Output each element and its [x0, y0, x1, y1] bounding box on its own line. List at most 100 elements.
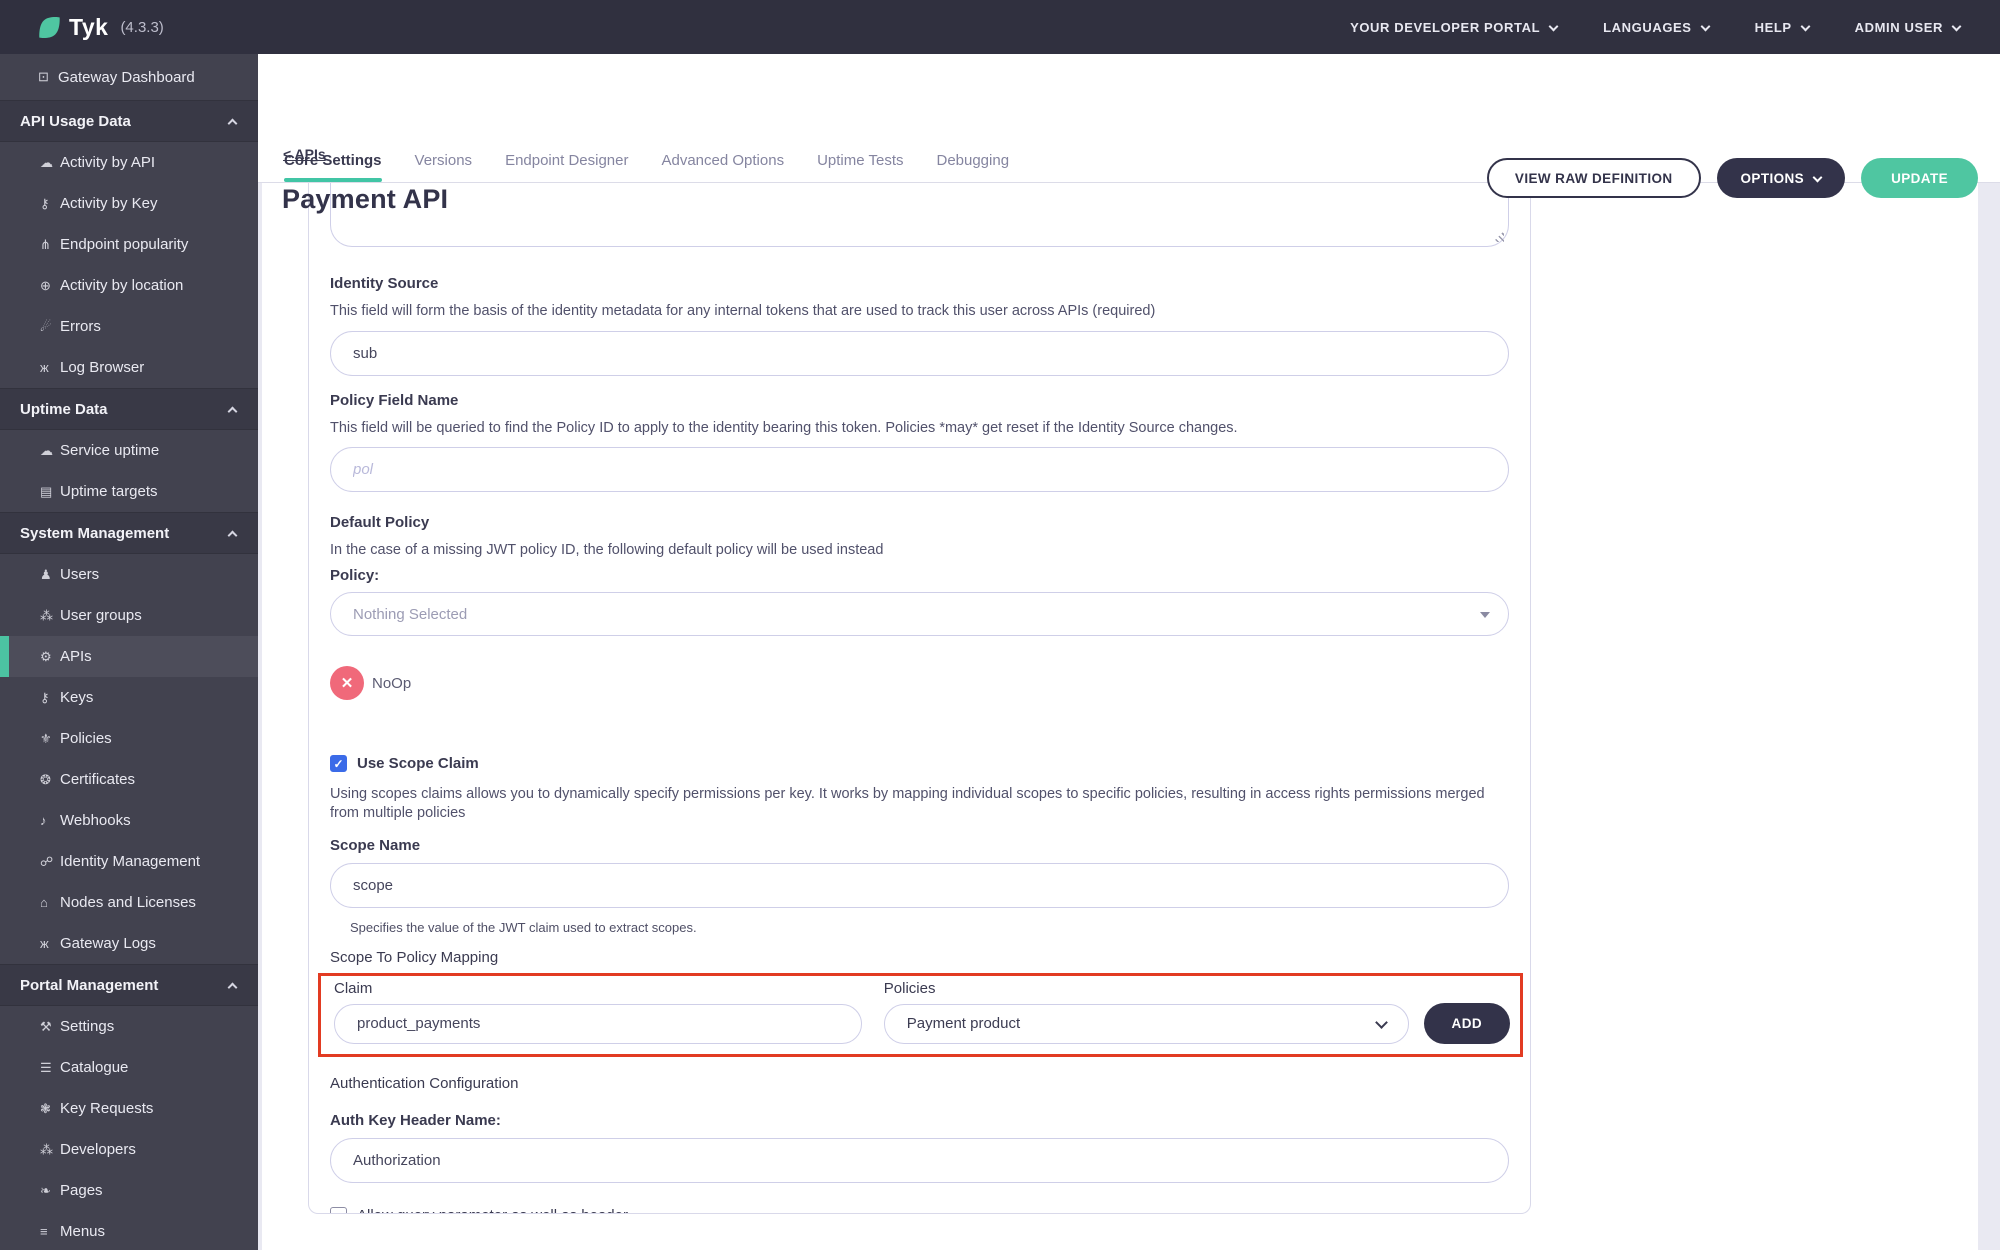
sidebar-item-users[interactable]: ♟ Users — [0, 554, 258, 595]
update-button[interactable]: UPDATE — [1861, 158, 1978, 198]
topbar-menu-languages[interactable]: LANGUAGES — [1603, 19, 1711, 35]
policies-label: Policies — [883, 979, 936, 997]
sidebar-section-system-management[interactable]: System Management — [0, 512, 258, 554]
header-buttons: VIEW RAW DEFINITION OPTIONS UPDATE — [1486, 158, 1978, 198]
sidebar-item-uptime-targets[interactable]: ▤ Uptime targets — [0, 471, 258, 512]
auth-key-header-name-label: Auth Key Header Name: — [330, 1111, 501, 1129]
user-group-icon: ⁂ — [40, 607, 53, 623]
scrollbar-track[interactable] — [1978, 183, 2000, 1250]
bomb-icon: ☄ — [40, 318, 52, 334]
checkbox-checked-icon[interactable] — [330, 755, 347, 772]
checkbox-allow-query-parameter-as-well-as-header[interactable]: Allow query parameter as well as header — [330, 1206, 1509, 1213]
checkbox-unchecked-icon[interactable] — [330, 1206, 347, 1213]
sidebar-item-user-groups[interactable]: ⁂ User groups — [0, 595, 258, 636]
sidebar-section-api-usage-data[interactable]: API Usage Data — [0, 100, 258, 142]
sidebar-item-label: Developers — [60, 1141, 136, 1158]
sidebar-item-endpoint-popularity[interactable]: ⋔ Endpoint popularity — [0, 224, 258, 265]
sidebar-item-identity-management[interactable]: ☍ Identity Management — [0, 841, 258, 882]
policy-field-name-desc: This field will be queried to find the P… — [330, 420, 1238, 436]
sidebar-item-catalogue[interactable]: ☰ Catalogue — [0, 1047, 258, 1088]
topbar-menu-admin-user[interactable]: ADMIN USER — [1854, 19, 1962, 35]
sidebar-item-webhooks[interactable]: ♪ Webhooks — [0, 800, 258, 841]
user-icon: ♟ — [40, 566, 52, 582]
catalogue-icon: ☰ — [40, 1059, 52, 1075]
topbar-menu-label: ADMIN USER — [1854, 19, 1943, 35]
remove-noop-icon[interactable] — [330, 666, 364, 700]
sidebar-item-developers[interactable]: ⁂ Developers — [0, 1129, 258, 1170]
add-button[interactable]: ADD — [1423, 1002, 1510, 1044]
noop-row: NoOp — [330, 666, 1509, 700]
tab-debugging[interactable]: Debugging — [936, 152, 1009, 182]
sidebar-item-pages[interactable]: ❧ Pages — [0, 1170, 258, 1211]
chevron-up-icon — [227, 530, 238, 540]
policy-field-name-input[interactable] — [330, 447, 1509, 492]
sidebar-item-gateway-dashboard[interactable]: ⊡ Gateway Dashboard — [0, 54, 258, 100]
sidebar-section-portal-management[interactable]: Portal Management — [0, 964, 258, 1006]
policies-select[interactable]: Payment product — [883, 1003, 1409, 1044]
topbar-menus: YOUR DEVELOPER PORTAL LANGUAGES HELP ADMIN … — [1350, 19, 1962, 35]
chevron-down-icon — [1700, 21, 1711, 31]
left-edge-strip — [258, 183, 262, 1250]
sidebar-item-errors[interactable]: ☄ Errors — [0, 306, 258, 347]
sidebar-item-label: Errors — [60, 318, 101, 335]
identity-source-input[interactable] — [330, 331, 1509, 376]
topbar-menu-label: HELP — [1754, 19, 1792, 35]
gears-icon: ⚙ — [40, 648, 52, 664]
sidebar-item-label: Keys — [60, 689, 94, 706]
key-icon: ⚷ — [40, 195, 50, 211]
tab-bar: Core Settings Versions Endpoint Designer Ad… — [284, 152, 1009, 182]
claim-input[interactable] — [334, 1003, 862, 1044]
use-scope-claim-checkbox[interactable]: Use Scope Claim — [330, 755, 1509, 772]
sidebar-section-uptime-data[interactable]: Uptime Data — [0, 388, 258, 430]
sidebar-item-label: Uptime targets — [60, 483, 158, 500]
options-button[interactable]: OPTIONS — [1716, 158, 1846, 198]
user-group-icon: ⁂ — [40, 1141, 53, 1157]
scope-name-input[interactable] — [330, 862, 1509, 908]
policy-select[interactable]: Nothing Selected — [330, 592, 1509, 636]
bank-icon: ⌂ — [40, 895, 48, 910]
topbar-menu-your-developer-portal[interactable]: YOUR DEVELOPER PORTAL — [1350, 20, 1559, 35]
sidebar-item-label: Gateway Logs — [60, 935, 156, 952]
textarea-field[interactable] — [330, 183, 1509, 247]
resize-grip-icon[interactable] — [1493, 231, 1504, 242]
sidebar-item-nodes-and-licenses[interactable]: ⌂ Nodes and Licenses — [0, 882, 258, 923]
sidebar-item-activity-by-location[interactable]: ⊕ Activity by location — [0, 265, 258, 306]
sidebar-item-activity-by-key[interactable]: ⚷ Activity by Key — [0, 183, 258, 224]
monitor-icon: ⊡ — [38, 69, 49, 84]
sidebar-item-policies[interactable]: ⚜ Policies — [0, 718, 258, 759]
view-raw-definition-button[interactable]: VIEW RAW DEFINITION — [1486, 158, 1701, 198]
sidebar-item-settings[interactable]: ⚒ Settings — [0, 1006, 258, 1047]
default-policy-label: Default Policy — [330, 514, 430, 531]
tab-uptime-tests[interactable]: Uptime Tests — [817, 152, 903, 182]
sidebar-item-certificates[interactable]: ❂ Certificates — [0, 759, 258, 800]
tab-core-settings[interactable]: Core Settings — [284, 152, 382, 182]
default-policy-desc: In the case of a missing JWT policy ID, … — [330, 542, 884, 558]
chevron-up-icon — [227, 118, 238, 128]
sidebar-item-log-browser[interactable]: ж Log Browser — [0, 347, 258, 388]
auth-checkboxes: Allow query parameter as well as headerU… — [330, 1206, 1509, 1213]
topbar-menu-help[interactable]: HELP — [1754, 19, 1811, 35]
chevron-down-icon — [1374, 1015, 1388, 1029]
sidebar-item-key-requests[interactable]: ❃ Key Requests — [0, 1088, 258, 1129]
sidebar-item-activity-by-api[interactable]: ☁ Activity by API — [0, 142, 258, 183]
sidebar-item-keys[interactable]: ⚷ Keys — [0, 677, 258, 718]
sidebar-item-label: Menus — [60, 1223, 106, 1240]
use-scope-claim-desc: Using scopes claims allows you to dynami… — [330, 786, 1485, 821]
sidebar-item-gateway-logs[interactable]: ж Gateway Logs — [0, 923, 258, 964]
tyk-logo[interactable]: Tyk (4.3.3) — [36, 14, 164, 41]
sidebar-item-menus[interactable]: ≡ Menus — [0, 1211, 258, 1250]
sidebar-item-service-uptime[interactable]: ☁ Service uptime — [0, 430, 258, 471]
sidebar-item-label: Policies — [60, 730, 112, 747]
auth-key-header-input[interactable] — [330, 1137, 1509, 1183]
tab-versions[interactable]: Versions — [415, 152, 473, 182]
sidebar-item-label: Service uptime — [60, 442, 160, 459]
wrench-icon: ⚒ — [40, 1018, 52, 1034]
tab-advanced-options[interactable]: Advanced Options — [661, 152, 784, 182]
policy-select-value: Nothing Selected — [353, 605, 468, 623]
brand-version: (4.3.3) — [120, 18, 164, 36]
checkbox-label: Allow query parameter as well as header — [357, 1207, 628, 1213]
sidebar-item-apis[interactable]: ⚙ APIs — [0, 636, 258, 677]
tab-endpoint-designer[interactable]: Endpoint Designer — [505, 152, 628, 182]
sidebar-section-label: System Management — [20, 524, 170, 542]
topbar-menu-label: LANGUAGES — [1603, 19, 1692, 35]
